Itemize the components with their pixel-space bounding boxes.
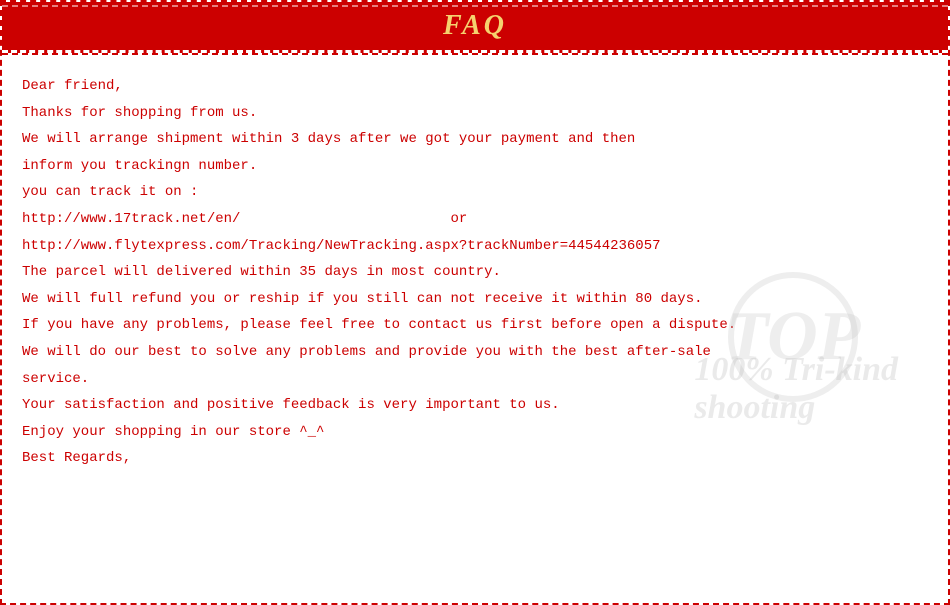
page-wrapper: FAQ Dear friend,Thanks for shopping from… bbox=[0, 0, 950, 605]
content-line: We will full refund you or reship if you… bbox=[22, 286, 928, 313]
content-line: http://www.17track.net/en/ or bbox=[22, 206, 928, 233]
content-area: Dear friend,Thanks for shopping from us.… bbox=[2, 55, 948, 482]
content-line: Your satisfaction and positive feedback … bbox=[22, 392, 928, 419]
content-line: Best Regards, bbox=[22, 445, 928, 472]
content-line: http://www.flytexpress.com/Tracking/NewT… bbox=[22, 233, 928, 260]
content-line: The parcel will delivered within 35 days… bbox=[22, 259, 928, 286]
content-line: Dear friend, bbox=[22, 73, 928, 100]
content-line: you can track it on : bbox=[22, 179, 928, 206]
content-line: We will arrange shipment within 3 days a… bbox=[22, 126, 928, 153]
content-line: We will do our best to solve any problem… bbox=[22, 339, 928, 366]
faq-title: FAQ bbox=[443, 10, 507, 41]
content-line: Enjoy your shopping in our store ^_^ bbox=[22, 419, 928, 446]
content-line: If you have any problems, please feel fr… bbox=[22, 312, 928, 339]
faq-content: Dear friend,Thanks for shopping from us.… bbox=[22, 73, 928, 472]
header-bar: FAQ bbox=[2, 2, 948, 53]
content-line: service. bbox=[22, 366, 928, 393]
content-line: inform you trackingn number. bbox=[22, 153, 928, 180]
content-line: Thanks for shopping from us. bbox=[22, 100, 928, 127]
